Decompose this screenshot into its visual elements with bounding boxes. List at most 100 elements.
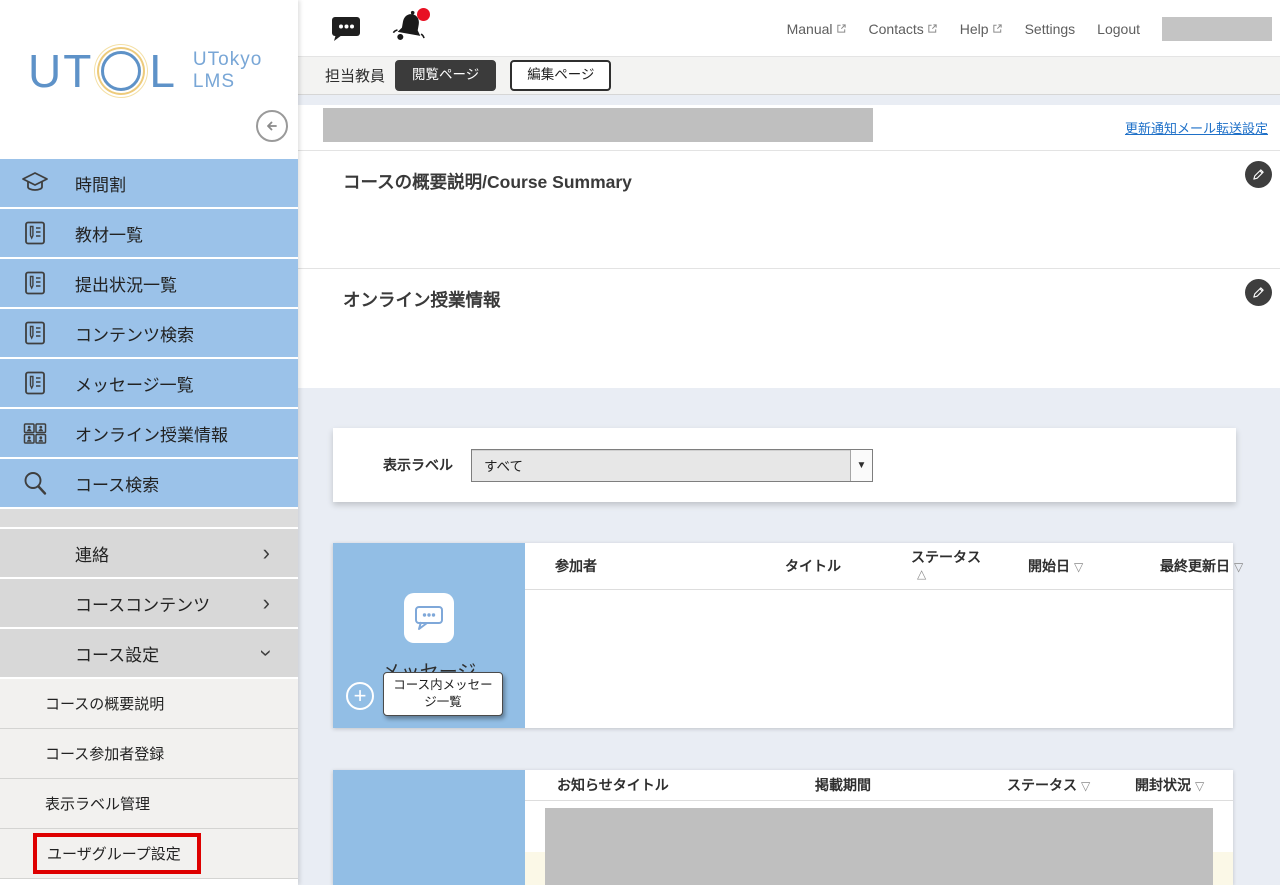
nav-contacts[interactable]: Contacts: [869, 21, 938, 37]
tab-view-page[interactable]: 閲覧ページ: [395, 60, 496, 90]
sidebar-item-content-search[interactable]: コンテンツ検索: [0, 309, 298, 357]
sidebar-subitem-label: コース参加者登録: [45, 743, 164, 764]
chat-bubble-icon: [413, 603, 445, 633]
sidebar-divider: [0, 509, 298, 527]
display-label-label: 表示ラベル: [383, 455, 453, 475]
redacted-announcement-content: [545, 808, 1213, 885]
sidebar-item-course-search[interactable]: コース検索: [0, 459, 298, 507]
redacted-user-name: [1162, 17, 1272, 41]
section-title: オンライン授業情報: [343, 287, 501, 312]
nav-logout[interactable]: Logout: [1097, 21, 1140, 37]
sidebar-item-message-list[interactable]: メッセージ一覧: [0, 359, 298, 407]
sidebar-subitem-label: コースの概要説明: [45, 693, 164, 714]
sort-desc-icon[interactable]: ▽: [1195, 779, 1204, 793]
sidebar-subitem-label: 表示ラベル管理: [45, 793, 150, 814]
add-message-button[interactable]: +: [346, 682, 374, 710]
clipboard-icon: [20, 368, 50, 398]
sidebar-item-label: コース検索: [75, 471, 159, 496]
pencil-icon: [1252, 168, 1265, 181]
sidebar-subitem-user-group-settings[interactable]: ユーザグループ設定: [0, 829, 298, 879]
column-last-updated: 最終更新日▽: [1160, 556, 1243, 576]
sidebar-item-materials[interactable]: 教材一覧: [0, 209, 298, 257]
display-label-select[interactable]: すべて ▼: [471, 449, 873, 482]
sidebar: UT L UTokyo LMS 時間割: [0, 0, 298, 885]
select-value: すべて: [472, 450, 850, 481]
dropdown-arrow-icon[interactable]: ▼: [850, 450, 872, 481]
nav-settings[interactable]: Settings: [1025, 21, 1076, 37]
sidebar-subitem-course-summary[interactable]: コースの概要説明: [0, 679, 298, 729]
nav-help[interactable]: Help: [960, 21, 1003, 37]
sidebar-subitem-participant-registration[interactable]: コース参加者登録: [0, 729, 298, 779]
course-header-card: 更新通知メール転送設定 コースの概要説明/Course Summary オンライ…: [298, 105, 1280, 388]
page-tabstrip: 担当教員 閲覧ページ 編集ページ: [298, 57, 1280, 95]
chevron-right-icon: ›: [263, 592, 270, 614]
edit-course-summary-button[interactable]: [1245, 161, 1272, 188]
message-icon-tile: [404, 593, 454, 643]
column-open-status: 開封状況▽: [1135, 775, 1204, 795]
column-announcement-title: お知らせタイトル: [557, 775, 669, 795]
sidebar-group-label: コースコンテンツ: [75, 591, 263, 616]
logo-text-left: UT: [28, 48, 93, 94]
column-label: 開始日: [1028, 558, 1070, 574]
column-status: ステータス △: [911, 549, 981, 582]
nav-label: Settings: [1025, 21, 1076, 37]
sort-desc-icon[interactable]: ▽: [1234, 560, 1243, 574]
sidebar-group-course-settings[interactable]: コース設定 ›: [0, 629, 298, 677]
sidebar-item-online-class-info[interactable]: オンライン授業情報: [0, 409, 298, 457]
role-label: 担当教員: [325, 65, 385, 86]
sort-asc-icon[interactable]: △: [911, 567, 981, 582]
sidebar-group-label: コース設定: [75, 641, 263, 666]
sidebar-group-label: 連絡: [75, 541, 263, 566]
tab-edit-page[interactable]: 編集ページ: [510, 60, 611, 90]
chevron-right-icon: ›: [263, 542, 270, 564]
course-message-list-button[interactable]: コース内メッセージ一覧: [383, 672, 503, 716]
utol-logo: UT L UTokyo LMS: [28, 48, 262, 94]
sidebar-group-contact[interactable]: 連絡 ›: [0, 529, 298, 577]
graduation-cap-icon: [20, 168, 50, 198]
external-link-icon: [927, 23, 938, 34]
section-title: コースの概要説明/Course Summary: [343, 169, 632, 194]
sidebar-item-label: 時間割: [75, 171, 126, 196]
sort-desc-icon[interactable]: ▽: [1074, 560, 1083, 574]
logo-subtitle: UTokyo LMS: [193, 49, 262, 93]
message-panel: メッセージ + コース内メッセージ一覧 参加者 タイトル ステータス △ 開始日…: [333, 543, 1233, 728]
notification-badge: [417, 8, 430, 21]
sidebar-item-label: オンライン授業情報: [75, 421, 228, 446]
message-table-header: 参加者 タイトル ステータス △ 開始日▽ 最終更新日▽: [525, 543, 1233, 590]
sidebar-item-label: メッセージ一覧: [75, 371, 194, 396]
topbar-nav: Manual Contacts Help Settings Logout: [787, 0, 1272, 57]
column-label: ステータス: [1007, 777, 1077, 793]
clipboard-icon: [20, 318, 50, 348]
notifications-button[interactable]: [392, 9, 428, 52]
sidebar-subitem-display-label-management[interactable]: 表示ラベル管理: [0, 779, 298, 829]
sidebar-menu: 時間割 教材一覧 提出状況一覧: [0, 159, 298, 879]
sidebar-item-timetable[interactable]: 時間割: [0, 159, 298, 207]
sidebar-item-submissions[interactable]: 提出状況一覧: [0, 259, 298, 307]
update-mail-forward-link[interactable]: 更新通知メール転送設定: [1125, 118, 1268, 137]
message-panel-sidebar: メッセージ + コース内メッセージ一覧: [333, 543, 525, 728]
chevron-down-icon: ›: [255, 649, 277, 656]
column-title: タイトル: [785, 556, 841, 576]
sidebar-subitem-label: ユーザグループ設定: [47, 846, 181, 863]
nav-label: Manual: [787, 21, 833, 37]
clipboard-icon: [20, 218, 50, 248]
sidebar-group-course-contents[interactable]: コースコンテンツ ›: [0, 579, 298, 627]
logo-area: UT L UTokyo LMS: [0, 0, 298, 158]
column-participants: 参加者: [555, 556, 597, 576]
sidebar-item-label: 教材一覧: [75, 221, 143, 246]
edit-online-class-info-button[interactable]: [1245, 279, 1272, 306]
nav-manual[interactable]: Manual: [787, 21, 847, 37]
sidebar-collapse-button[interactable]: [256, 110, 288, 142]
sidebar-item-label: 提出状況一覧: [75, 271, 177, 296]
nav-label: Help: [960, 21, 989, 37]
column-posting-period: 掲載期間: [815, 775, 871, 795]
clipboard-icon: [20, 268, 50, 298]
utol-lms-page: UT L UTokyo LMS 時間割: [0, 0, 1280, 885]
announcement-panel: お知らせタイトル 掲載期間 ステータス ▽ 開封状況▽: [333, 770, 1233, 885]
people-grid-icon: [20, 418, 50, 448]
sort-desc-icon[interactable]: ▽: [1081, 779, 1090, 793]
chat-button[interactable]: [328, 14, 362, 49]
nav-label: Logout: [1097, 21, 1140, 37]
chat-icon: [328, 14, 362, 44]
pencil-icon: [1252, 286, 1265, 299]
